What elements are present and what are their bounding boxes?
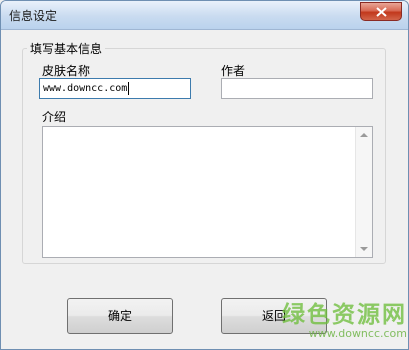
skin-name-value: www.downcc.com — [43, 83, 128, 94]
author-label: 作者 — [221, 64, 246, 78]
intro-textarea[interactable] — [42, 126, 373, 258]
intro-scrollbar[interactable] — [355, 127, 372, 257]
author-field[interactable] — [221, 78, 373, 99]
intro-label: 介绍 — [42, 110, 67, 124]
scroll-down-icon[interactable] — [360, 247, 368, 251]
title-bar[interactable]: 信息设定 — [1, 1, 408, 30]
text-caret — [128, 81, 130, 95]
dialog-window: 信息设定 填写基本信息 皮肤名称 www.downcc.com 作者 介绍 确定… — [0, 0, 409, 350]
watermark-text: 绿色资源网 — [282, 302, 407, 328]
skin-name-label: 皮肤名称 — [42, 64, 91, 78]
close-button[interactable] — [360, 2, 402, 21]
close-icon — [376, 7, 387, 17]
skin-name-field[interactable]: www.downcc.com — [39, 78, 191, 99]
scroll-up-icon[interactable] — [360, 133, 368, 137]
site-watermark: 绿色资源网 www.downcc.com — [267, 295, 407, 340]
confirm-button[interactable]: 确定 — [67, 298, 173, 334]
watermark-url: www.downcc.com — [308, 327, 407, 340]
window-title: 信息设定 — [9, 9, 58, 23]
group-legend: 填写基本信息 — [27, 40, 106, 57]
